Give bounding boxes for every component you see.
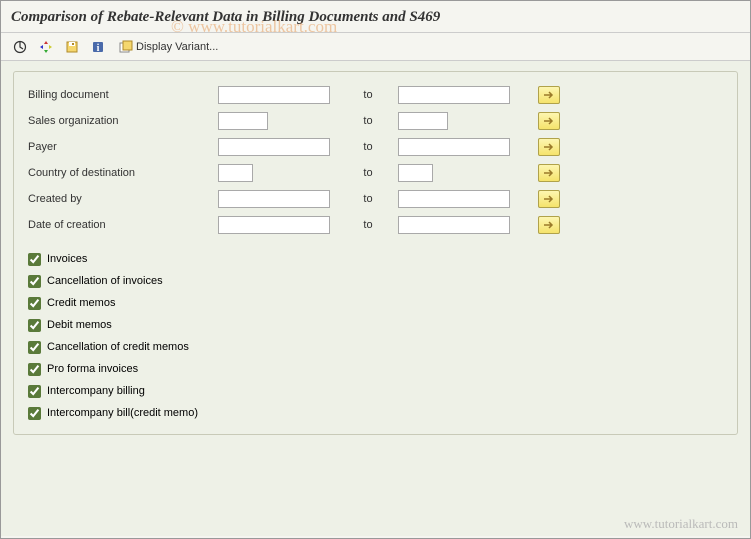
multiple-selection-button[interactable]	[538, 86, 560, 104]
multiple-selection-button[interactable]	[538, 216, 560, 234]
from-input[interactable]	[218, 190, 330, 208]
selection-row: Payer to	[28, 134, 723, 160]
to-label: to	[338, 167, 398, 179]
selection-row: Billing document to	[28, 82, 723, 108]
field-label: Date of creation	[28, 219, 218, 231]
selection-row: Created by to	[28, 186, 723, 212]
checkbox-row: Debit memos	[28, 314, 723, 336]
title-bar: Comparison of Rebate-Relevant Data in Bi…	[1, 1, 750, 33]
checkbox-section: Invoices Cancellation of invoices Credit m…	[28, 248, 723, 424]
checkbox-input[interactable]	[28, 363, 41, 376]
content-area: Billing documenttoSales organizationtoPa…	[1, 61, 750, 536]
checkbox-row: Intercompany bill(credit memo)	[28, 402, 723, 424]
from-input[interactable]	[218, 112, 268, 130]
execute-button[interactable]	[9, 37, 31, 57]
from-input[interactable]	[218, 216, 330, 234]
checkbox-row: Intercompany billing	[28, 380, 723, 402]
checkbox-input[interactable]	[28, 319, 41, 332]
checkbox-label: Intercompany bill(credit memo)	[47, 407, 198, 419]
save-button[interactable]	[61, 37, 83, 57]
field-label: Country of destination	[28, 167, 218, 179]
svg-text:i: i	[97, 43, 100, 54]
to-input[interactable]	[398, 86, 510, 104]
from-input[interactable]	[218, 138, 330, 156]
selection-row: Sales organization to	[28, 108, 723, 134]
multiple-selection-button[interactable]	[538, 190, 560, 208]
info-icon: i	[91, 40, 105, 54]
checkbox-row: Cancellation of credit memos	[28, 336, 723, 358]
to-input[interactable]	[398, 164, 433, 182]
checkbox-label: Cancellation of invoices	[47, 275, 163, 287]
arrow-right-icon	[543, 142, 555, 152]
multiple-selection-button[interactable]	[538, 164, 560, 182]
multiple-selection-button[interactable]	[538, 138, 560, 156]
to-input[interactable]	[398, 216, 510, 234]
checkbox-input[interactable]	[28, 275, 41, 288]
arrow-right-icon	[543, 220, 555, 230]
checkbox-row: Cancellation of invoices	[28, 270, 723, 292]
from-input[interactable]	[218, 86, 330, 104]
variant-icon	[119, 40, 133, 54]
checkbox-label: Intercompany billing	[47, 385, 145, 397]
checkbox-label: Pro forma invoices	[47, 363, 138, 375]
checkbox-input[interactable]	[28, 407, 41, 420]
execute-icon	[13, 40, 27, 54]
to-label: to	[338, 141, 398, 153]
checkbox-row: Credit memos	[28, 292, 723, 314]
checkbox-label: Debit memos	[47, 319, 112, 331]
checkbox-input[interactable]	[28, 253, 41, 266]
field-label: Billing document	[28, 89, 218, 101]
to-input[interactable]	[398, 112, 448, 130]
arrow-right-icon	[543, 168, 555, 178]
selection-panel: Billing documenttoSales organizationtoPa…	[13, 71, 738, 435]
arrow-right-icon	[543, 90, 555, 100]
to-label: to	[338, 219, 398, 231]
checkbox-input[interactable]	[28, 341, 41, 354]
checkbox-label: Cancellation of credit memos	[47, 341, 189, 353]
refresh-icon	[39, 40, 53, 54]
selection-row: Date of creation to	[28, 212, 723, 238]
multiple-selection-button[interactable]	[538, 112, 560, 130]
field-label: Sales organization	[28, 115, 218, 127]
refresh-button[interactable]	[35, 37, 57, 57]
toolbar: i Display Variant...	[1, 33, 750, 61]
checkbox-input[interactable]	[28, 297, 41, 310]
save-icon	[65, 40, 79, 54]
to-label: to	[338, 193, 398, 205]
checkbox-label: Credit memos	[47, 297, 115, 309]
arrow-right-icon	[543, 194, 555, 204]
checkbox-row: Invoices	[28, 248, 723, 270]
to-label: to	[338, 89, 398, 101]
checkbox-row: Pro forma invoices	[28, 358, 723, 380]
field-label: Payer	[28, 141, 218, 153]
checkbox-input[interactable]	[28, 385, 41, 398]
checkbox-label: Invoices	[47, 253, 87, 265]
display-variant-button[interactable]: Display Variant...	[113, 37, 224, 57]
info-button[interactable]: i	[87, 37, 109, 57]
arrow-right-icon	[543, 116, 555, 126]
to-label: to	[338, 115, 398, 127]
to-input[interactable]	[398, 138, 510, 156]
display-variant-label: Display Variant...	[136, 41, 218, 53]
page-title: Comparison of Rebate-Relevant Data in Bi…	[11, 9, 740, 26]
field-label: Created by	[28, 193, 218, 205]
selection-row: Country of destination to	[28, 160, 723, 186]
from-input[interactable]	[218, 164, 253, 182]
to-input[interactable]	[398, 190, 510, 208]
